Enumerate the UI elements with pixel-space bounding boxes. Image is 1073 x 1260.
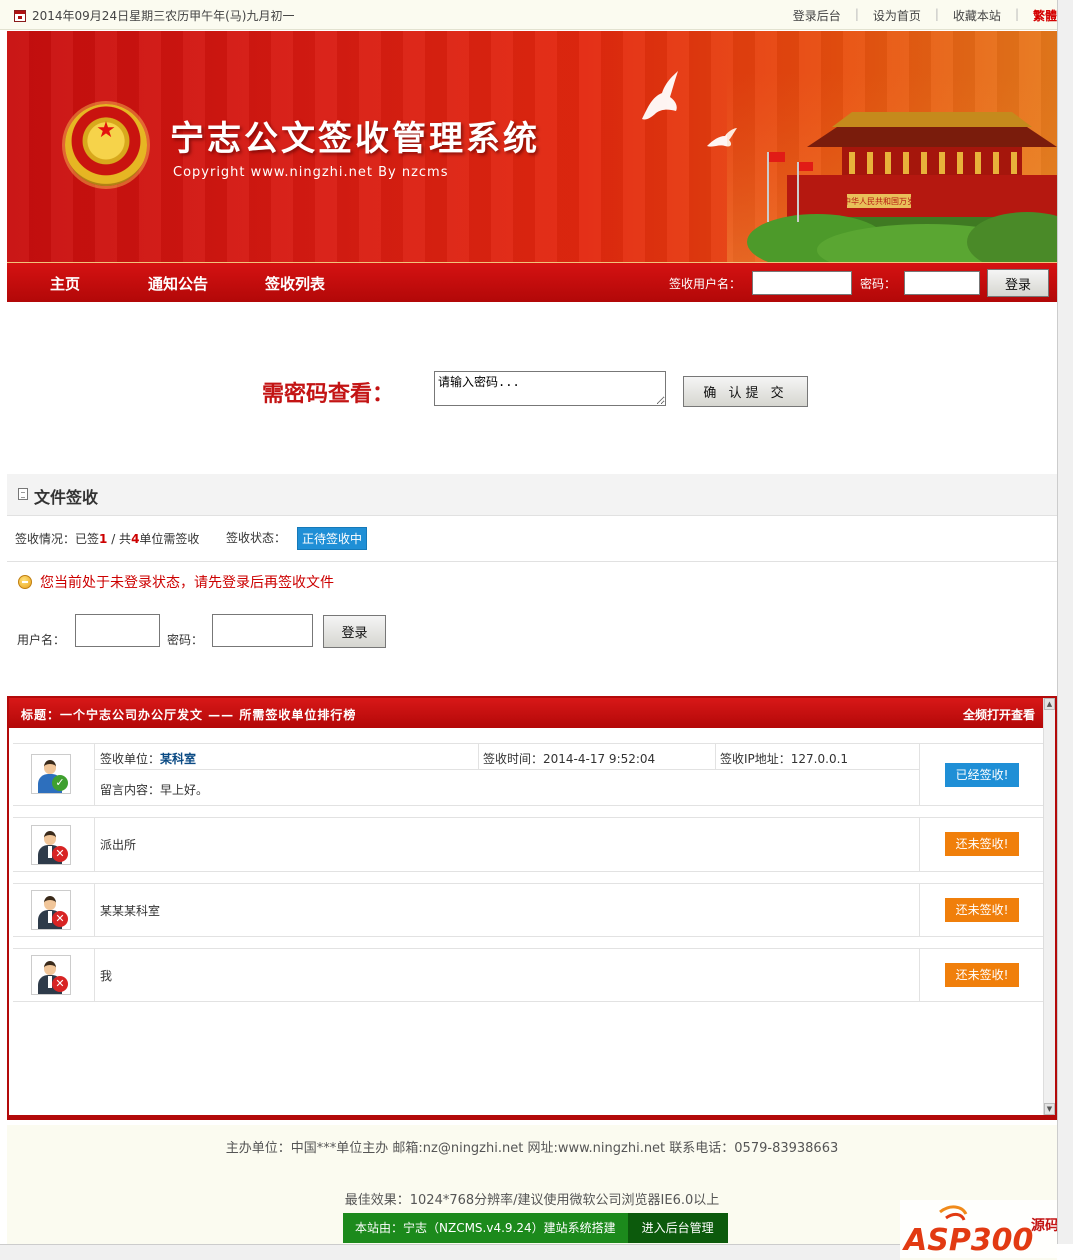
confirm-submit-button[interactable]: 确 认提 交 <box>683 376 808 407</box>
scroll-down-icon[interactable]: ▼ <box>1044 1103 1055 1115</box>
ranking-row: ✕ 我 还未签收! <box>13 948 1043 1002</box>
bookmark-link[interactable]: 收藏本站 <box>953 7 1001 24</box>
footer-contact: 主办单位：中国***单位主办 邮箱:nz@ningzhi.net 网址:www.… <box>225 1141 839 1156</box>
unsigned-status-badge: 还未签收! <box>945 963 1019 987</box>
sign-username-input[interactable] <box>75 614 160 647</box>
sign-state-label: 签收状态： <box>226 531 287 545</box>
top-links: 登录后台 | 设为首页 | 收藏本站 | 繁體 <box>792 7 1057 24</box>
nav-login-button[interactable]: 登录 <box>987 269 1049 297</box>
signed-status-badge: 已经签收! <box>945 763 1019 787</box>
traditional-chinese-link[interactable]: 繁體 <box>1033 7 1057 24</box>
unit-name: 派出所 <box>100 838 137 852</box>
ranking-header: 标题：一个宁志公司办公厅发文 —— 所需签收单位排行榜 全频打开查看 <box>9 698 1055 728</box>
national-emblem-icon <box>65 104 147 186</box>
built-by-text: 本站由：宁志（NZCMS.v4.9.24）建站系统搭建 <box>343 1213 628 1243</box>
nav-username-input[interactable] <box>752 271 852 295</box>
warning-icon <box>18 575 32 589</box>
sign-username-label: 用户名： <box>17 633 66 647</box>
view-password-input[interactable] <box>434 371 666 406</box>
tiananmen-gate-image: 中华人民共和国万岁 <box>727 72 1057 262</box>
ranking-title: 标题：一个宁志公司办公厅发文 —— 所需签收单位排行榜 <box>21 708 357 722</box>
sign-time: 签收时间：2014-4-17 9:52:04 <box>483 752 656 766</box>
sign-progress-text: 签收情况：已签1 / 共4单位需签收 <box>15 532 200 546</box>
svg-text:中华人民共和国万岁: 中华人民共和国万岁 <box>843 196 915 206</box>
calendar-icon <box>14 9 26 22</box>
page-horizontal-scrollbar[interactable] <box>0 1244 900 1260</box>
ranking-row: ✕ 某某某科室 还未签收! <box>13 883 1043 937</box>
dove-icon <box>642 71 678 120</box>
document-icon <box>18 488 28 500</box>
signed-user-icon: ✓ <box>31 754 71 794</box>
unsigned-status-badge: 还未签收! <box>945 832 1019 856</box>
admin-entry-link[interactable]: 进入后台管理 <box>627 1213 728 1243</box>
password-view-title: 需密码查看： <box>262 381 395 407</box>
sign-unit-link[interactable]: 某科室 <box>160 752 196 766</box>
open-all-link[interactable]: 全频打开查看 <box>963 706 1035 723</box>
panel-scrollbar[interactable]: ▲ ▼ <box>1043 698 1055 1115</box>
footer-bar: 本站由：宁志（NZCMS.v4.9.24）建站系统搭建 进入后台管理 <box>343 1213 728 1243</box>
svg-text:源码: 源码 <box>1031 1217 1059 1234</box>
admin-login-link[interactable]: 登录后台 <box>793 7 841 24</box>
sign-message: 留言内容：早上好。 <box>100 783 209 797</box>
page-vertical-scrollbar[interactable] <box>1057 0 1073 1244</box>
sign-login-button[interactable]: 登录 <box>323 615 386 648</box>
sign-ip: 签收IP地址：127.0.0.1 <box>720 752 849 766</box>
unsigned-user-icon: ✕ <box>31 955 71 995</box>
ranking-row: ✕ 派出所 还未签收! <box>13 817 1043 872</box>
sign-password-input[interactable] <box>212 614 313 647</box>
file-sign-header: 文件签收 <box>7 474 1057 516</box>
unit-name: 我 <box>100 969 113 983</box>
top-bar: 2014年09月24日星期三农历甲午年(马)九月初一 登录后台 | 设为首页 |… <box>0 0 1057 30</box>
nav-password-label: 密码： <box>860 277 897 291</box>
file-sign-title: 文件签收 <box>34 488 99 507</box>
scroll-up-icon[interactable]: ▲ <box>1044 698 1055 710</box>
date-text: 2014年09月24日星期三农历甲午年(马)九月初一 <box>32 9 295 23</box>
sign-ranking-panel: 标题：一个宁志公司办公厅发文 —— 所需签收单位排行榜 全频打开查看 ✓ 签收单… <box>7 696 1057 1120</box>
copyright-text: Copyright www.ningzhi.net By nzcms <box>173 165 449 180</box>
nav-notices[interactable]: 通知公告 <box>148 273 208 294</box>
unsigned-user-icon: ✕ <box>31 825 71 865</box>
header-banner: 宁志公文签收管理系统 Copyright www.ningzhi.net By … <box>7 31 1057 262</box>
svg-text:ASP300: ASP300 <box>902 1223 1033 1258</box>
sign-password-label: 密码： <box>167 633 204 647</box>
ranking-row: ✓ 签收单位：某科室 签收时间：2014-4-17 9:52:04 签收IP地址… <box>13 743 1043 806</box>
nav-password-input[interactable] <box>904 271 980 295</box>
set-homepage-link[interactable]: 设为首页 <box>873 7 921 24</box>
date-display: 2014年09月24日星期三农历甲午年(马)九月初一 <box>14 7 294 24</box>
main-nav: 主页 通知公告 签收列表 签收用户名： 密码： 登录 <box>7 262 1057 302</box>
nav-home[interactable]: 主页 <box>50 273 80 294</box>
sign-unit: 签收单位：某科室 <box>100 752 197 766</box>
unsigned-status-badge: 还未签收! <box>945 898 1019 922</box>
asp300-watermark-logo: ASP300 源码 <box>900 1200 1070 1258</box>
login-warning: 您当前处于未登录状态，请先登录后再签收文件 <box>18 572 334 592</box>
unit-name: 某某某科室 <box>100 904 161 918</box>
sign-status-row: 签收情况：已签1 / 共4单位需签收 签收状态： 正待签收中 <box>7 516 1057 562</box>
nav-username-label: 签收用户名： <box>669 277 742 291</box>
unsigned-user-icon: ✕ <box>31 890 71 930</box>
login-warning-text: 您当前处于未登录状态，请先登录后再签收文件 <box>40 575 334 591</box>
sign-state-badge: 正待签收中 <box>297 527 368 550</box>
system-title: 宁志公文签收管理系统 <box>170 119 540 159</box>
nav-sign-list[interactable]: 签收列表 <box>265 273 325 294</box>
